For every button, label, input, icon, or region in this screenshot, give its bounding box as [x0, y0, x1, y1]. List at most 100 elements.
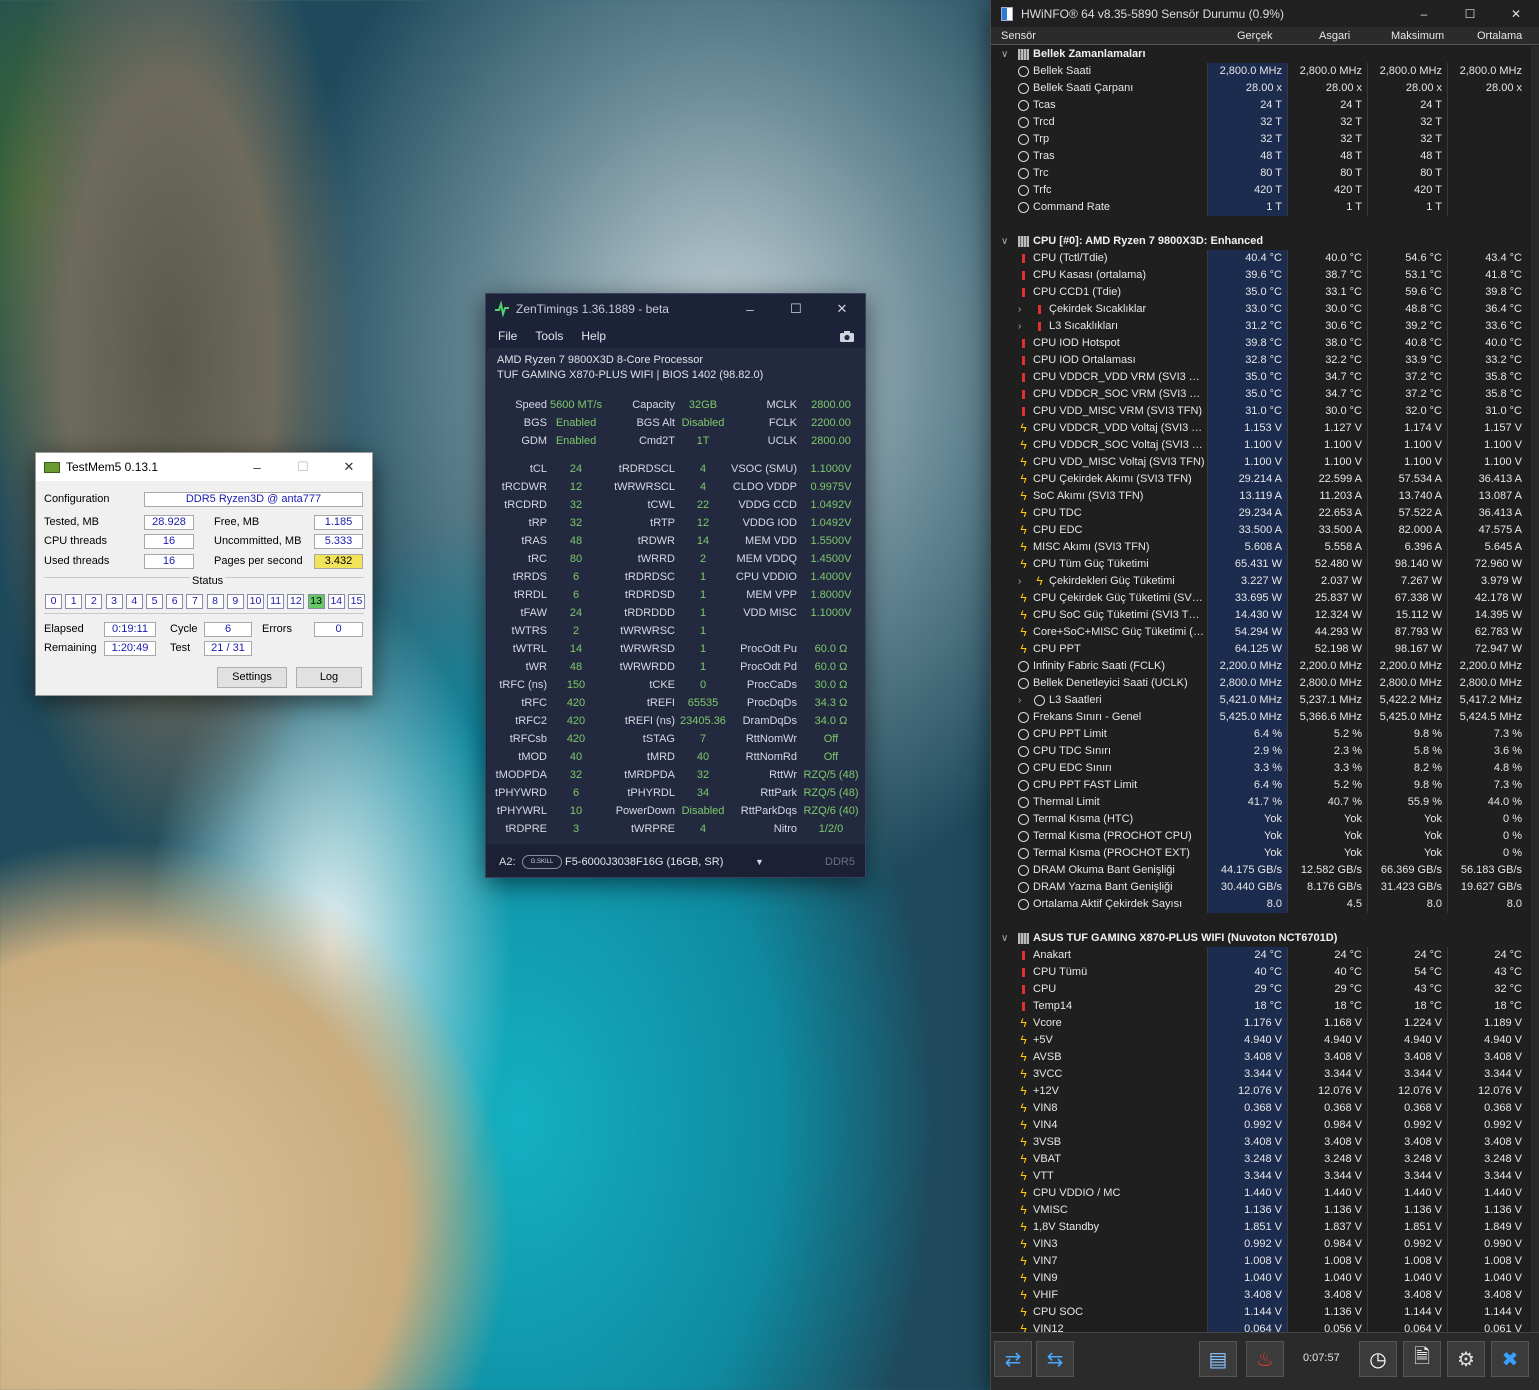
- sensor-row[interactable]: CPU PPT Limit 6.4 % 5.2 % 9.8 % 7.3 %: [991, 726, 1539, 743]
- chevron-down-icon[interactable]: ∨: [1001, 46, 1008, 63]
- sensor-row[interactable]: ϟ VIN12 0.064 V 0.056 V 0.064 V 0.061 V: [991, 1321, 1539, 1332]
- col-max[interactable]: Maksimum: [1391, 30, 1444, 42]
- sensor-row[interactable]: ϟ CPU PPT 64.125 W 52.198 W 98.167 W 72.947 W: [991, 641, 1539, 658]
- sensor-row[interactable]: ϟ CPU SoC Güç Tüketimi (SVI3 TFN) 14.430 W…: [991, 607, 1539, 624]
- sensor-row[interactable]: ϟ Vcore 1.176 V 1.168 V 1.224 V 1.189 V: [991, 1015, 1539, 1032]
- close-button[interactable]: ✕: [1493, 7, 1539, 21]
- chevron-down-icon[interactable]: ∨: [1001, 930, 1008, 947]
- col-sensor[interactable]: Sensör: [1001, 30, 1036, 42]
- close-button[interactable]: ✕: [326, 459, 372, 475]
- sensor-row[interactable]: Bellek Saati 2,800.0 MHz 2,800.0 MHz 2,800.…: [991, 63, 1539, 80]
- sensor-row[interactable]: CPU 29 °C 29 °C 43 °C 32 °C: [991, 981, 1539, 998]
- minimize-button[interactable]: –: [234, 460, 280, 475]
- sensor-row[interactable]: ϟ +12V 12.076 V 12.076 V 12.076 V 12.076 V: [991, 1083, 1539, 1100]
- sensor-row[interactable]: ϟ CPU Çekirdek Akımı (SVI3 TFN) 29.214 A 22…: [991, 471, 1539, 488]
- sensor-row[interactable]: ϟ VMISC 1.136 V 1.136 V 1.136 V 1.136 V: [991, 1202, 1539, 1219]
- col-min[interactable]: Asgari: [1319, 30, 1350, 42]
- sensor-row[interactable]: Trp 32 T 32 T 32 T: [991, 131, 1539, 148]
- sensor-row[interactable]: DRAM Yazma Bant Genişliği 30.440 GB/s 8.17…: [991, 879, 1539, 896]
- collapse-arrows-icon[interactable]: ⇆: [1036, 1341, 1074, 1377]
- module-bar[interactable]: A2: G.SKILL F5-6000J3038F16G (16GB, SR) …: [487, 847, 865, 877]
- minimize-button[interactable]: –: [727, 302, 773, 317]
- hwinfo-titlebar[interactable]: HWiNFO® 64 v8.35-5890 Sensör Durumu (0.9…: [991, 0, 1539, 27]
- sensor-group[interactable]: ∨ ASUS TUF GAMING X870-PLUS WIFI (Nuvoton…: [991, 930, 1539, 947]
- sensor-row[interactable]: Frekans Sınırı - Genel 5,425.0 MHz 5,366.6…: [991, 709, 1539, 726]
- sensor-row[interactable]: ϟ CPU Tüm Güç Tüketimi 65.431 W 52.480 W 98.…: [991, 556, 1539, 573]
- sensor-row[interactable]: › Çekirdek Sıcaklıklar 33.0 °C 30.0 °C 48.8 …: [991, 301, 1539, 318]
- sensor-row[interactable]: ϟ VHIF 3.408 V 3.408 V 3.408 V 3.408 V: [991, 1287, 1539, 1304]
- chevron-down-icon[interactable]: ∨: [1001, 233, 1008, 250]
- sensor-row[interactable]: CPU CCD1 (Tdie) 35.0 °C 33.1 °C 59.6 °C 39.8…: [991, 284, 1539, 301]
- maximize-button[interactable]: ☐: [773, 301, 819, 317]
- sensor-group[interactable]: ∨ CPU [#0]: AMD Ryzen 7 9800X3D: Enhanced: [991, 233, 1539, 250]
- sensor-row[interactable]: ϟ VIN9 1.040 V 1.040 V 1.040 V 1.040 V: [991, 1270, 1539, 1287]
- sensor-row[interactable]: ϟ 1,8V Standby 1.851 V 1.837 V 1.851 V 1.849 …: [991, 1219, 1539, 1236]
- sensor-row[interactable]: ϟ CPU VDD_MISC Voltaj (SVI3 TFN) 1.100 V 1.…: [991, 454, 1539, 471]
- scrollbar[interactable]: [1531, 46, 1539, 1332]
- sensor-row[interactable]: ϟ 3VCC 3.344 V 3.344 V 3.344 V 3.344 V: [991, 1066, 1539, 1083]
- sensor-row[interactable]: Ortalama Aktif Çekirdek Sayısı 8.0 4.5 8.0 8…: [991, 896, 1539, 913]
- sensor-row[interactable]: ϟ CPU VDDCR_VDD Voltaj (SVI3 TFN) 1.153 V 1…: [991, 420, 1539, 437]
- gear-icon[interactable]: ⚙: [1447, 1341, 1485, 1377]
- sensor-row[interactable]: CPU IOD Ortalaması 32.8 °C 32.2 °C 33.9 °C 3…: [991, 352, 1539, 369]
- log-button[interactable]: Log: [296, 667, 362, 688]
- sensor-row[interactable]: Tras 48 T 48 T 48 T: [991, 148, 1539, 165]
- sensor-list[interactable]: ∨ Bellek Zamanlamaları Bellek Saati 2,800.0…: [991, 46, 1539, 1332]
- sensor-row[interactable]: ϟ CPU TDC 29.234 A 22.653 A 57.522 A 36.413 A: [991, 505, 1539, 522]
- chevron-right-icon[interactable]: ›: [1018, 318, 1021, 335]
- sensor-row[interactable]: ϟ CPU VDDIO / MC 1.440 V 1.440 V 1.440 V 1.44…: [991, 1185, 1539, 1202]
- flame-icon[interactable]: ♨: [1246, 1341, 1284, 1377]
- sensor-row[interactable]: ϟ CPU Çekirdek Güç Tüketimi (SVI3 ... 33.6…: [991, 590, 1539, 607]
- menu-help[interactable]: Help: [581, 329, 606, 343]
- sensor-row[interactable]: ϟ VIN3 0.992 V 0.984 V 0.992 V 0.990 V: [991, 1236, 1539, 1253]
- sensor-row[interactable]: CPU VDDCR_SOC VRM (SVI3 TFN) 35.0 °C 34.7 …: [991, 386, 1539, 403]
- sensor-group[interactable]: ∨ Bellek Zamanlamaları: [991, 46, 1539, 63]
- close-button[interactable]: ✕: [819, 301, 865, 317]
- menu-file[interactable]: File: [498, 329, 517, 343]
- col-avg[interactable]: Ortalama: [1477, 30, 1522, 42]
- maximize-button[interactable]: ☐: [1447, 7, 1493, 21]
- menu-tools[interactable]: Tools: [535, 329, 563, 343]
- sensor-row[interactable]: Trcd 32 T 32 T 32 T: [991, 114, 1539, 131]
- sensor-row[interactable]: ϟ Core+SoC+MISC Güç Tüketimi (S... 54.294 …: [991, 624, 1539, 641]
- clock-icon[interactable]: ◷: [1359, 1341, 1397, 1377]
- sensor-row[interactable]: ϟ VIN8 0.368 V 0.368 V 0.368 V 0.368 V: [991, 1100, 1539, 1117]
- sensor-row[interactable]: ϟ MISC Akımı (SVI3 TFN) 5.608 A 5.558 A 6.39…: [991, 539, 1539, 556]
- sensor-row[interactable]: Termal Kısma (HTC) Yok Yok Yok 0 %: [991, 811, 1539, 828]
- hwinfo-window[interactable]: HWiNFO® 64 v8.35-5890 Sensör Durumu (0.9…: [990, 0, 1539, 1390]
- sensor-row[interactable]: › L3 Sıcaklıkları 31.2 °C 30.6 °C 39.2 °C 33.…: [991, 318, 1539, 335]
- chevron-right-icon[interactable]: ›: [1018, 301, 1021, 318]
- sensor-row[interactable]: CPU Kasası (ortalama) 39.6 °C 38.7 °C 53.1 …: [991, 267, 1539, 284]
- sensor-row[interactable]: ϟ VBAT 3.248 V 3.248 V 3.248 V 3.248 V: [991, 1151, 1539, 1168]
- sensor-row[interactable]: Termal Kısma (PROCHOT EXT) Yok Yok Yok 0 %: [991, 845, 1539, 862]
- report-icon[interactable]: 🗎: [1403, 1341, 1441, 1377]
- chevron-right-icon[interactable]: ›: [1018, 573, 1021, 590]
- sensor-row[interactable]: Bellek Saati Çarpanı 28.00 x 28.00 x 28.00 …: [991, 80, 1539, 97]
- sensor-row[interactable]: Command Rate 1 T 1 T 1 T: [991, 199, 1539, 216]
- sensor-row[interactable]: CPU VDD_MISC VRM (SVI3 TFN) 31.0 °C 30.0 °…: [991, 403, 1539, 420]
- zentimings-titlebar[interactable]: ZenTimings 1.36.1889 - beta – ☐ ✕: [486, 294, 865, 324]
- sensor-row[interactable]: Thermal Limit 41.7 % 40.7 % 55.9 % 44.0 %: [991, 794, 1539, 811]
- sensor-row[interactable]: ϟ CPU SOC 1.144 V 1.136 V 1.144 V 1.144 V: [991, 1304, 1539, 1321]
- sensor-row[interactable]: CPU PPT FAST Limit 6.4 % 5.2 % 9.8 % 7.3 %: [991, 777, 1539, 794]
- configuration-value[interactable]: DDR5 Ryzen3D @ anta777: [144, 492, 363, 507]
- sensor-row[interactable]: Tcas 24 T 24 T 24 T: [991, 97, 1539, 114]
- sensor-row[interactable]: CPU Tümü 40 °C 40 °C 54 °C 43 °C: [991, 964, 1539, 981]
- sensor-row[interactable]: Anakart 24 °C 24 °C 24 °C 24 °C: [991, 947, 1539, 964]
- sensor-row[interactable]: ϟ 3VSB 3.408 V 3.408 V 3.408 V 3.408 V: [991, 1134, 1539, 1151]
- zentimings-window[interactable]: ZenTimings 1.36.1889 - beta – ☐ ✕ File T…: [485, 293, 866, 878]
- col-current[interactable]: Gerçek: [1237, 30, 1272, 42]
- chevron-right-icon[interactable]: ›: [1018, 692, 1021, 709]
- expand-arrows-icon[interactable]: ⇄: [994, 1341, 1032, 1377]
- settings-button[interactable]: Settings: [217, 667, 287, 688]
- sensor-row[interactable]: CPU (Tctl/Tdie) 40.4 °C 40.0 °C 54.6 °C 43.4…: [991, 250, 1539, 267]
- close-icon[interactable]: ✖: [1491, 1341, 1529, 1377]
- camera-icon[interactable]: [839, 330, 855, 343]
- sensor-row[interactable]: CPU VDDCR_VDD VRM (SVI3 TFN) 35.0 °C 34.7 …: [991, 369, 1539, 386]
- sensor-row[interactable]: ϟ VIN4 0.992 V 0.984 V 0.992 V 0.992 V: [991, 1117, 1539, 1134]
- testmem5-window[interactable]: TestMem5 0.13.1 – ☐ ✕ Configuration DDR5…: [35, 452, 373, 696]
- network-icon[interactable]: ▤: [1199, 1341, 1237, 1377]
- sensor-row[interactable]: ϟ +5V 4.940 V 4.940 V 4.940 V 4.940 V: [991, 1032, 1539, 1049]
- sensor-row[interactable]: CPU EDC Sınırı 3.3 % 3.3 % 8.2 % 4.8 %: [991, 760, 1539, 777]
- sensor-row[interactable]: ϟ CPU VDDCR_SOC Voltaj (SVI3 TFN) 1.100 V1…: [991, 437, 1539, 454]
